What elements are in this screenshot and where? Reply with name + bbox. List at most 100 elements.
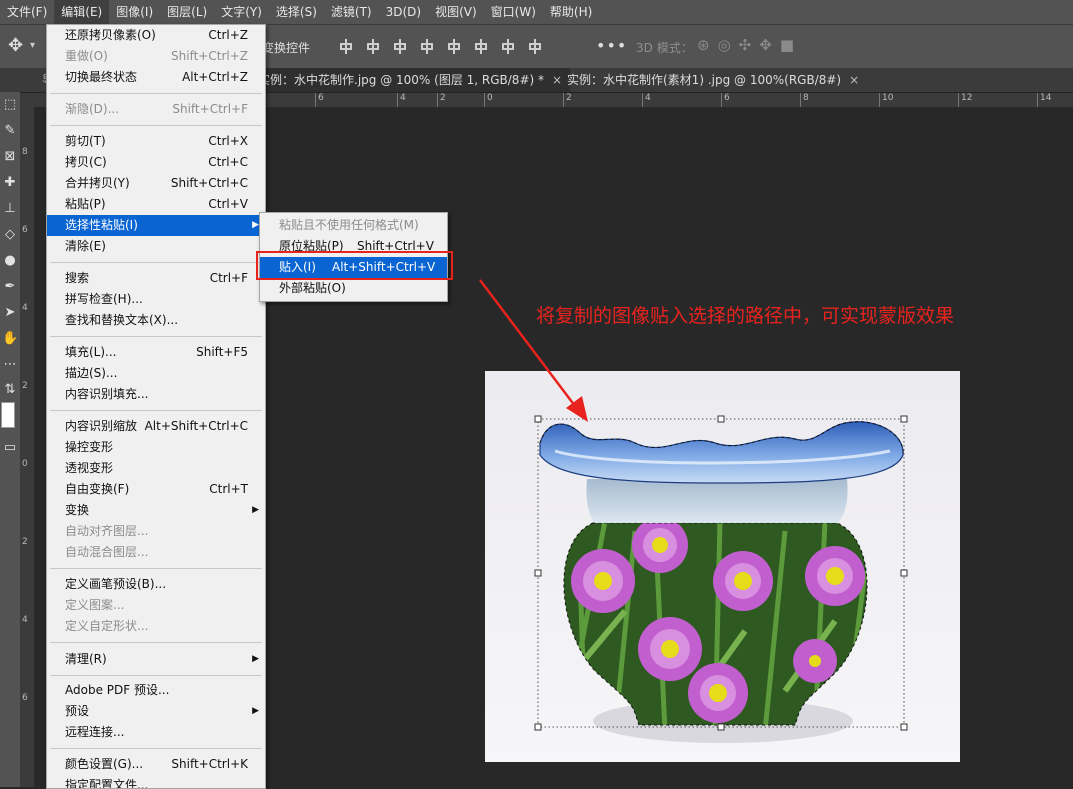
ruler-tick: 2 [22,381,28,391]
pen-tool-icon[interactable]: ✒ [2,279,18,295]
3d-camera-icon[interactable]: ■ [780,36,794,54]
menu-item-content-aware-scale[interactable]: 内容识别缩放 Alt+Shift+Ctrl+C [47,416,265,437]
menu-item-define-shape[interactable]: 定义自定形状... [47,616,265,637]
menu-item-shortcut: Shift+Ctrl+Z [171,49,248,63]
menu-item-auto-blend[interactable]: 自动混合图层... [47,542,265,563]
menu-item-content-aware-fill[interactable]: 内容识别填充... [47,384,265,405]
quick-select-tool-icon[interactable]: ✎ [2,123,18,139]
more-options-icon[interactable]: ••• [596,36,627,55]
align-right-icon[interactable] [392,38,409,55]
submenu-item-paste-outside[interactable]: 外部粘贴(O) [260,278,447,299]
distribute-icon[interactable] [419,38,436,55]
align-top-icon[interactable] [446,38,463,55]
3d-mode-icons: ⊛ ◎ ✣ ✥ ■ [697,36,794,54]
close-icon[interactable]: × [849,73,859,87]
hand-tool-icon[interactable]: ✋ [2,331,18,347]
menu-item-pdf-presets[interactable]: Adobe PDF 预设... [47,680,265,701]
menu-item-undo[interactable]: 还原拷贝像素(O) Ctrl+Z [47,25,265,46]
menu-file[interactable]: 文件(F) [0,0,54,24]
menu-item-find-replace[interactable]: 查找和替换文本(X)... [47,310,265,331]
chevron-down-icon[interactable]: ▾ [30,40,35,51]
crop-tool-icon[interactable]: ⊠ [2,149,18,165]
ruler-tick: 0 [22,459,28,469]
ruler-tick: 4 [22,615,28,625]
distribute-vertical-icon[interactable] [527,38,544,55]
ruler-tick: 6 [721,93,730,107]
3d-pan-icon[interactable]: ✣ [739,36,752,54]
move-tool-icon[interactable]: ✥ [8,35,23,56]
menu-item-color-settings[interactable]: 颜色设置(G)... Shift+Ctrl+K [47,754,265,775]
align-middle-icon[interactable] [473,38,490,55]
menu-item-label: 合并拷贝(Y) [65,176,130,190]
menu-item-remote-connections[interactable]: 远程连接... [47,722,265,743]
menu-help[interactable]: 帮助(H) [543,0,599,24]
menu-item-cut[interactable]: 剪切(T) Ctrl+X [47,131,265,152]
menu-item-copy[interactable]: 拷贝(C) Ctrl+C [47,152,265,173]
menu-item-label: 清理(R) [65,652,107,666]
menu-3d[interactable]: 3D(D) [379,0,428,24]
menu-item-define-brush[interactable]: 定义画笔预设(B)... [47,574,265,595]
menu-type[interactable]: 文字(Y) [214,0,269,24]
stamp-tool-icon[interactable]: ⊥ [2,201,18,217]
menu-item-label: 粘贴(P) [65,197,106,211]
menu-item-paste-special[interactable]: 选择性粘贴(I) ▶ [47,215,265,236]
3d-orbit-icon[interactable]: ⊛ [697,36,710,54]
menu-item-stroke[interactable]: 描边(S)... [47,363,265,384]
tab-second-document[interactable]: 实例：水中花制作(素材1) .jpg @ 100%(RGB/8#) × [559,68,867,92]
menu-item-fade[interactable]: 渐隐(D)... Shift+Ctrl+F [47,99,265,120]
menu-edit[interactable]: 编辑(E) [54,0,110,24]
menu-item-label: 内容识别填充... [65,387,149,401]
3d-roll-icon[interactable]: ◎ [718,36,731,54]
blur-tool-icon[interactable]: ● [2,253,18,269]
menu-filter[interactable]: 滤镜(T) [324,0,379,24]
menu-separator [50,675,262,676]
edit-menu: 还原拷贝像素(O) Ctrl+Z 重做(O) Shift+Ctrl+Z 切换最终状态… [46,24,266,789]
menu-view[interactable]: 视图(V) [428,0,484,24]
menu-item-define-pattern[interactable]: 定义图案... [47,595,265,616]
3d-slide-icon[interactable]: ✥ [759,36,772,54]
annotation-text: 将复制的图像贴入选择的路径中，可实现蒙版效果 [536,305,955,327]
menu-item-paste[interactable]: 粘贴(P) Ctrl+V [47,194,265,215]
menu-item-toggle-last-state[interactable]: 切换最终状态 Alt+Ctrl+Z [47,67,265,88]
submenu-arrow-icon: ▶ [252,505,259,515]
menu-item-transform[interactable]: 变换 ▶ [47,500,265,521]
menu-item-label: 拷贝(C) [65,155,107,169]
swap-colors-icon[interactable]: ⇅ [2,382,18,398]
menu-item-shortcut: Ctrl+V [208,197,248,211]
menu-item-presets[interactable]: 预设 ▶ [47,701,265,722]
menu-item-label: 定义自定形状... [65,619,149,633]
menu-item-search[interactable]: 搜索 Ctrl+F [47,268,265,289]
eraser-tool-icon[interactable]: ◇ [2,227,18,243]
align-left-icon[interactable] [338,38,355,55]
menu-item-label: 自由变换(F) [65,482,130,496]
screen-mode-icon[interactable]: ▭ [2,440,18,456]
menu-item-free-transform[interactable]: 自由变换(F) Ctrl+T [47,479,265,500]
menu-item-redo[interactable]: 重做(O) Shift+Ctrl+Z [47,46,265,67]
transform-controls-label[interactable]: 变换控件 [262,39,310,56]
tab-active-document[interactable]: 实例：水中花制作.jpg @ 100% (图层 1, RGB/8#) * × [250,68,571,92]
align-center-icon[interactable] [365,38,382,55]
more-tools-icon[interactable]: ⋯ [2,357,18,373]
menu-image[interactable]: 图像(I) [109,0,160,24]
menu-item-clear[interactable]: 清除(E) [47,236,265,257]
menu-item-puppet-warp[interactable]: 操控变形 [47,437,265,458]
marquee-tool-icon[interactable]: ⬚ [2,97,18,113]
menu-window[interactable]: 窗口(W) [484,0,543,24]
menu-select[interactable]: 选择(S) [269,0,324,24]
menu-item-auto-align[interactable]: 自动对齐图层... [47,521,265,542]
color-swatch[interactable] [1,402,15,428]
menu-separator [50,262,262,263]
align-bottom-icon[interactable] [500,38,517,55]
submenu-item-paste-without-formatting[interactable]: 粘贴且不使用任何格式(M) [260,215,447,236]
menu-item-label: 填充(L)... [65,345,117,359]
menu-item-label: 颜色设置(G)... [65,757,144,771]
menu-item-spell-check[interactable]: 拼写检查(H)... [47,289,265,310]
menu-layer[interactable]: 图层(L) [160,0,214,24]
menu-item-fill[interactable]: 填充(L)... Shift+F5 [47,342,265,363]
menu-item-purge[interactable]: 清理(R) ▶ [47,649,265,670]
menu-item-copy-merged[interactable]: 合并拷贝(Y) Shift+Ctrl+C [47,173,265,194]
path-select-tool-icon[interactable]: ➤ [2,305,18,321]
menu-item-perspective-warp[interactable]: 透视变形 [47,458,265,479]
healing-tool-icon[interactable]: ✚ [2,175,18,191]
menu-item-label: 拼写检查(H)... [65,292,143,306]
